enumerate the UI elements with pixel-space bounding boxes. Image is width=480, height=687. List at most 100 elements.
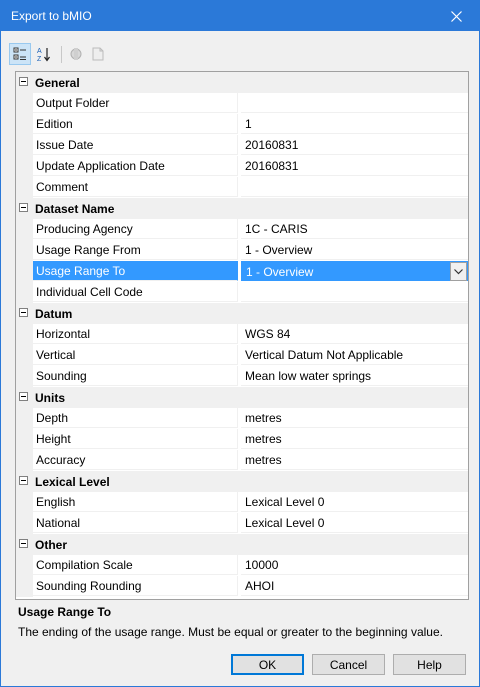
property-name[interactable]: Sounding [33,366,238,386]
property-row[interactable]: Individual Cell Code [16,282,468,303]
property-pages-button[interactable] [65,43,87,65]
property-row[interactable]: Usage Range From 1 - Overview [16,240,468,261]
property-row[interactable]: Issue Date 20160831 [16,135,468,156]
categorized-icon [13,47,26,60]
category-row[interactable]: General [16,72,468,93]
property-name[interactable]: Compilation Scale [33,555,238,575]
cancel-button[interactable]: Cancel [312,654,385,675]
property-value[interactable]: Mean low water springs [241,366,468,386]
property-row[interactable]: Comment [16,177,468,198]
property-value-text: Lexical Level 0 [245,516,325,530]
category-row[interactable]: Datum [16,303,468,324]
property-row[interactable]: Edition 1 [16,114,468,135]
collapse-toggle-icon[interactable] [19,308,28,317]
row-gutter [16,345,33,366]
property-row[interactable]: Accuracy metres [16,450,468,471]
collapse-toggle-icon[interactable] [19,392,28,401]
property-value-text: 1 - Overview [246,265,314,279]
property-value[interactable]: WGS 84 [241,324,468,344]
property-name[interactable]: Depth [33,408,238,428]
window-title: Export to bMIO [11,9,92,23]
collapse-toggle-icon[interactable] [19,77,28,86]
property-name[interactable]: National [33,513,238,533]
property-row[interactable]: Producing Agency 1C - CARIS [16,219,468,240]
property-name[interactable]: Height [33,429,238,449]
property-grid[interactable]: General Output Folder Edition 1 Issue Date 20… [15,71,469,600]
property-row[interactable]: Compilation Scale 10000 [16,555,468,576]
property-value[interactable]: Vertical Datum Not Applicable [241,345,468,365]
property-name[interactable]: Sounding Rounding [33,576,238,596]
property-value[interactable]: 10000 [241,555,468,575]
row-gutter [16,240,33,261]
property-name[interactable]: Update Application Date [33,156,238,176]
row-gutter [16,450,33,471]
category-row[interactable]: Units [16,387,468,408]
property-name[interactable]: Vertical [33,345,238,365]
property-value-text: Mean low water springs [245,369,372,383]
dropdown-button[interactable] [450,262,467,281]
category-label: Datum [35,307,73,321]
property-value[interactable]: AHOI [241,576,468,596]
property-value[interactable]: 1 - Overview [241,261,468,281]
row-gutter [16,513,33,534]
property-row[interactable]: Vertical Vertical Datum Not Applicable [16,345,468,366]
property-row[interactable]: Depth metres [16,408,468,429]
property-row[interactable]: English Lexical Level 0 [16,492,468,513]
ok-button[interactable]: OK [231,654,304,675]
collapse-toggle-icon[interactable] [19,539,28,548]
property-name[interactable]: Comment [33,177,238,197]
category-row[interactable]: Dataset Name [16,198,468,219]
collapse-toggle-icon[interactable] [19,476,28,485]
property-value[interactable]: Lexical Level 0 [241,513,468,533]
property-row[interactable]: Sounding Mean low water springs [16,366,468,387]
property-row[interactable]: Usage Range To 1 - Overview [16,261,468,282]
property-row[interactable]: Height metres [16,429,468,450]
property-name[interactable]: Producing Agency [33,219,238,239]
property-value[interactable]: 1 - Overview [241,240,468,260]
property-value-text: metres [245,411,282,425]
property-name[interactable]: Edition [33,114,238,134]
property-value[interactable] [241,93,468,113]
property-value-text: 20160831 [245,159,299,173]
property-row[interactable]: Output Folder [16,93,468,114]
category-label: Dataset Name [35,202,115,216]
categorized-button[interactable] [9,43,31,65]
category-label: General [35,76,80,90]
category-row[interactable]: Lexical Level [16,471,468,492]
close-button[interactable] [433,1,479,31]
category-label: Units [35,391,65,405]
property-value[interactable]: 20160831 [241,156,468,176]
help-button[interactable]: Help [393,654,466,675]
property-value[interactable]: metres [241,429,468,449]
events-button[interactable] [87,43,109,65]
property-name[interactable]: Accuracy [33,450,238,470]
collapse-toggle-icon[interactable] [19,203,28,212]
category-row[interactable]: Other [16,534,468,555]
property-value[interactable]: 20160831 [241,135,468,155]
property-name[interactable]: Horizontal [33,324,238,344]
property-row[interactable]: Update Application Date 20160831 [16,156,468,177]
property-value[interactable]: metres [241,408,468,428]
property-name[interactable]: Individual Cell Code [33,282,238,302]
property-name[interactable]: English [33,492,238,512]
property-name[interactable]: Output Folder [33,93,238,113]
property-value[interactable]: 1 [241,114,468,134]
row-gutter [16,93,33,114]
svg-text:Z: Z [37,56,42,62]
property-row[interactable]: Horizontal WGS 84 [16,324,468,345]
property-value-text: 10000 [245,558,279,572]
property-name[interactable]: Issue Date [33,135,238,155]
property-name[interactable]: Usage Range From [33,240,238,260]
property-row[interactable]: Sounding Rounding AHOI [16,576,468,597]
alphabetical-sort-icon: A Z [37,48,50,62]
property-value-text: Lexical Level 0 [245,495,325,509]
row-gutter [16,177,33,198]
property-row[interactable]: National Lexical Level 0 [16,513,468,534]
property-value[interactable]: metres [241,450,468,470]
alphabetical-button[interactable]: A Z [33,43,55,65]
property-value[interactable]: Lexical Level 0 [241,492,468,512]
property-value[interactable]: 1C - CARIS [241,219,468,239]
property-value[interactable] [241,177,468,197]
property-name[interactable]: Usage Range To [33,261,238,281]
property-value[interactable] [241,282,468,302]
